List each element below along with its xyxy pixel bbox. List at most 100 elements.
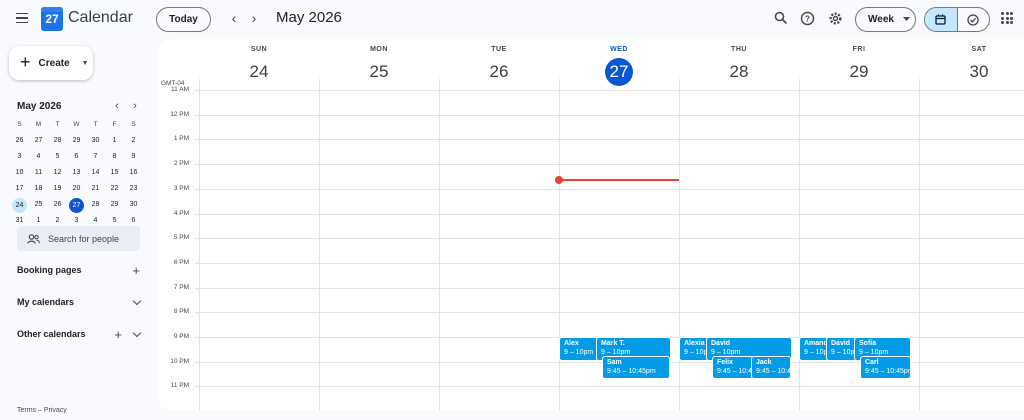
mini-calendar-day[interactable]: 30 [86,133,105,149]
previous-week-button[interactable]: ‹ [226,9,242,27]
mini-calendar-day[interactable]: 29 [67,133,86,149]
terms-privacy-link[interactable]: Terms – Privacy [17,407,67,414]
hour-label: 10 PM [170,357,189,365]
time-grid[interactable]: 11 AM 12 PM 1 PM 2 PM 3 PM 4 PM 5 PM 6 PM 7 PM 8 … [157,86,1024,410]
day-column-divider [919,91,920,410]
settings-gear-icon[interactable] [826,9,844,27]
day-number[interactable]: 24 [245,58,273,86]
search-people-placeholder: Search for people [48,233,120,244]
view-selector-label: Week [868,14,894,25]
day-header-tue[interactable]: TUE 26 [439,39,559,91]
mini-calendar-week-row: 17 18 19 20 21 22 23 [10,181,143,197]
event-title: David [711,340,731,347]
calendar-view-toggle[interactable] [925,8,958,31]
mini-calendar-day[interactable]: 24 [10,197,29,213]
day-number[interactable]: 27 [605,58,633,86]
day-header-sat[interactable]: SAT 30 [919,39,1024,91]
mini-calendar-day[interactable]: 8 [105,149,124,165]
calendar-event[interactable]: Carl 9:45 – 10:45pm [860,355,911,380]
mini-calendar-day[interactable]: 17 [10,181,29,197]
event-time: 9 – 10pm [831,349,858,356]
help-icon[interactable]: ? [798,9,816,27]
google-apps-grid-icon[interactable] [1001,12,1013,24]
main-menu-button[interactable] [12,8,32,28]
hour-label: 1 PM [173,135,189,143]
chevron-down-icon[interactable] [132,296,142,305]
mini-calendar-day[interactable]: 15 [105,165,124,181]
calendar-event[interactable]: Alex 9 – 10pm [559,337,599,361]
mini-calendar-day[interactable]: 16 [124,165,143,181]
add-booking-page-plus-icon[interactable]: + [132,264,140,277]
mini-calendar-day[interactable]: 13 [67,165,86,181]
mini-calendar-day[interactable]: 21 [86,181,105,197]
mini-calendar-day[interactable]: 26 [48,197,67,213]
mini-calendar-day[interactable]: 10 [10,165,29,181]
other-calendars-section[interactable]: Other calendars + [17,327,142,341]
day-header-wed[interactable]: WED 27 [559,39,679,91]
mini-calendar-day[interactable]: 28 [86,197,105,213]
event-title: Sam [607,358,622,366]
mini-calendar-day[interactable]: 27 [67,197,86,213]
search-people-input[interactable]: Search for people [17,226,140,251]
booking-pages-section[interactable]: Booking pages + [17,263,140,277]
mini-calendar-day[interactable]: 5 [48,149,67,165]
tasks-view-toggle[interactable] [958,8,990,31]
mini-calendar-day[interactable]: 29 [105,197,124,213]
day-number[interactable]: 28 [725,58,753,86]
mini-calendar-day[interactable]: 2 [124,133,143,149]
event-title: Amanda [804,340,831,347]
day-number[interactable]: 29 [845,58,873,86]
day-number[interactable]: 30 [965,58,993,86]
mini-calendar-day[interactable]: 19 [48,181,67,197]
mini-calendar-day[interactable]: 23 [124,181,143,197]
event-time: 9:45 – 10:45pm [607,367,656,375]
mini-calendar-prev-button[interactable]: ‹ [111,100,123,112]
mini-calendar-day[interactable]: 12 [48,165,67,181]
mini-calendar-day[interactable]: 4 [29,149,48,165]
day-of-week-label: MON [370,46,388,53]
mini-calendar-day[interactable]: 27 [29,133,48,149]
mini-calendar-day[interactable]: 11 [29,165,48,181]
day-column-divider [199,91,200,410]
calendar-event[interactable]: Jack9:45 – 10:45pm [751,355,791,380]
mini-calendar-day[interactable]: 6 [67,149,86,165]
mini-calendar-day[interactable]: 14 [86,165,105,181]
mini-calendar-dow: M [35,121,42,128]
mini-calendar-day[interactable]: 20 [67,181,86,197]
calendar-event[interactable]: Felix9:45 – 10:45pm [712,355,754,380]
day-column-divider [439,91,440,410]
create-button[interactable]: + Create ▼ [9,46,93,80]
search-icon[interactable] [772,9,790,27]
header-column-divider [319,79,320,91]
mini-calendar-day[interactable]: 30 [124,197,143,213]
mini-calendar-day[interactable]: 28 [48,133,67,149]
mini-calendar-week-row: 26 27 28 29 30 1 2 [10,133,143,149]
next-week-button[interactable]: › [246,9,262,27]
mini-calendar-day[interactable]: 26 [10,133,29,149]
day-header-mon[interactable]: MON 25 [319,39,439,91]
caret-down-icon [902,17,910,21]
chevron-down-icon[interactable] [132,328,142,337]
mini-calendar-day[interactable]: 22 [105,181,124,197]
mini-calendar-day[interactable]: 18 [29,181,48,197]
mini-calendar-day[interactable]: 25 [29,197,48,213]
mini-calendar-day[interactable]: 1 [105,133,124,149]
day-header-sun[interactable]: SUN 24 [199,39,319,91]
my-calendars-section[interactable]: My calendars [17,295,142,309]
day-number[interactable]: 26 [485,58,513,86]
day-number[interactable]: 25 [365,58,393,86]
mini-calendar-day[interactable]: 7 [86,149,105,165]
calendar-event[interactable]: Sam 9:45 – 10:45pm [602,355,670,380]
event-time: 9 – 10pm [684,349,711,356]
add-other-calendar-plus-icon[interactable]: + [114,328,122,341]
mini-calendar-day[interactable]: 9 [124,149,143,165]
calendar-icon [935,14,946,25]
day-header-fri[interactable]: FRI 29 [799,39,919,91]
other-calendars-label: Other calendars [17,329,86,339]
today-button[interactable]: Today [156,7,211,32]
mini-calendar-day[interactable]: 3 [10,149,29,165]
view-selector-dropdown[interactable]: Week [855,7,916,32]
mini-calendar-next-button[interactable]: › [129,100,141,112]
day-header-thu[interactable]: THU 28 [679,39,799,91]
mini-calendar-week-row: 3456789 [10,149,143,165]
